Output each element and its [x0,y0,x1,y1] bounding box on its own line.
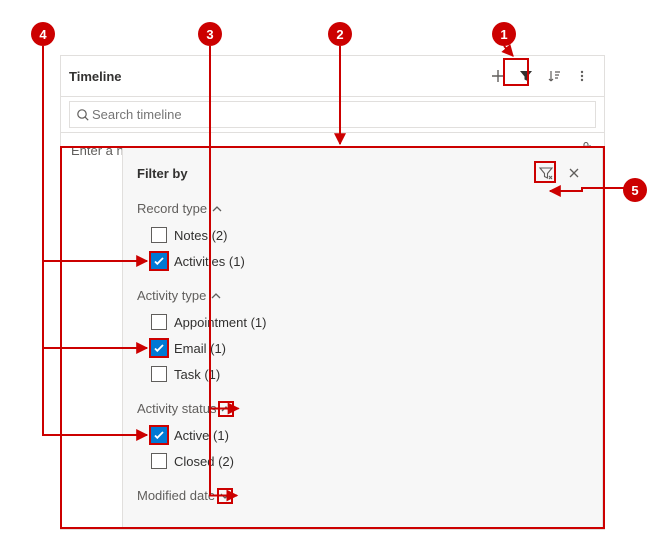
filter-option[interactable]: Active (1) [137,422,588,448]
callout-4: 4 [31,22,55,46]
section-0[interactable]: Record type [137,201,588,216]
checkbox[interactable] [151,314,167,330]
checkbox[interactable] [151,253,167,269]
option-label: Task (1) [174,367,220,382]
filter-option[interactable]: Email (1) [137,335,588,361]
option-label: Active (1) [174,428,229,443]
filter-icon[interactable] [512,62,540,90]
search-icon [76,108,90,122]
filter-option[interactable]: Closed (2) [137,448,588,474]
checkbox[interactable] [151,366,167,382]
checkbox[interactable] [151,340,167,356]
section-3[interactable]: Modified date [137,488,588,503]
close-icon[interactable] [560,159,588,187]
search-input[interactable] [90,106,589,123]
more-icon[interactable] [568,62,596,90]
filter-option[interactable]: Notes (2) [137,222,588,248]
option-label: Email (1) [174,341,226,356]
filter-panel: Filter by Record type Notes (2) Activities… [122,146,603,528]
add-icon[interactable] [484,62,512,90]
option-label: Notes (2) [174,228,227,243]
callout-5: 5 [623,178,647,202]
checkbox[interactable] [151,427,167,443]
clear-filter-icon[interactable] [532,159,560,187]
option-label: Activities (1) [174,254,245,269]
section-label: Activity type [137,288,206,303]
chevron-up-icon[interactable] [220,403,232,415]
callout-1: 1 [492,22,516,46]
filter-panel-header: Filter by [137,159,588,187]
option-label: Closed (2) [174,454,234,469]
section-label: Activity status [137,401,216,416]
sort-icon[interactable] [540,62,568,90]
checkbox[interactable] [151,453,167,469]
chevron-up-icon[interactable] [210,290,222,302]
timeline-header: Timeline [61,56,604,97]
section-1[interactable]: Activity type [137,288,588,303]
callout-2: 2 [328,22,352,46]
checkbox[interactable] [151,227,167,243]
chevron-up-icon[interactable] [211,203,223,215]
option-label: Appointment (1) [174,315,267,330]
filter-panel-title: Filter by [137,166,188,181]
section-label: Modified date [137,488,215,503]
filter-option[interactable]: Appointment (1) [137,309,588,335]
section-label: Record type [137,201,207,216]
search-row [61,97,604,133]
callout-3: 3 [198,22,222,46]
filter-option[interactable]: Activities (1) [137,248,588,274]
timeline-card: Timeline Enter a note... Filter by [60,55,605,530]
chevron-down-icon[interactable] [219,490,231,502]
section-2[interactable]: Activity status [137,401,588,416]
timeline-title: Timeline [69,69,122,84]
filter-option[interactable]: Task (1) [137,361,588,387]
search-input-wrap[interactable] [69,101,596,128]
